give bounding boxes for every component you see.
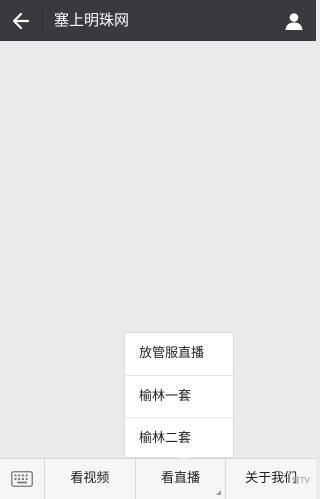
submenu-item-fangguanfu-live[interactable]: 放管服直播 [125, 333, 233, 375]
top-nav-bar: 塞上明珠网 [0, 0, 316, 41]
back-button[interactable] [0, 0, 42, 41]
header-divider [42, 9, 43, 32]
menu-watch-live[interactable]: 看直播 [136, 459, 227, 499]
submenu-item-yulin-channel-1[interactable]: 榆林一套 [125, 375, 233, 417]
menu-watch-video-label: 看视频 [70, 471, 110, 486]
page-title: 塞上明珠网 [54, 11, 130, 29]
profile-button[interactable] [272, 0, 316, 41]
keyboard-icon [11, 471, 33, 487]
watermark: 慢TV [291, 476, 310, 485]
keyboard-toggle-button[interactable] [0, 459, 45, 499]
menu-watch-live-label: 看直播 [161, 471, 201, 486]
person-icon [285, 12, 303, 30]
back-arrow-icon [12, 12, 30, 29]
submenu-item-yulin-channel-2[interactable]: 榆林二套 [125, 417, 233, 459]
submenu-indicator-icon [216, 490, 222, 495]
live-submenu-popup: 放管服直播 榆林一套 榆林二套 [124, 332, 234, 464]
bottom-menu-bar: 看视频 看直播 关于我们 [0, 458, 316, 499]
menu-watch-video[interactable]: 看视频 [45, 459, 136, 499]
menu-about-us-label: 关于我们 [245, 471, 298, 486]
